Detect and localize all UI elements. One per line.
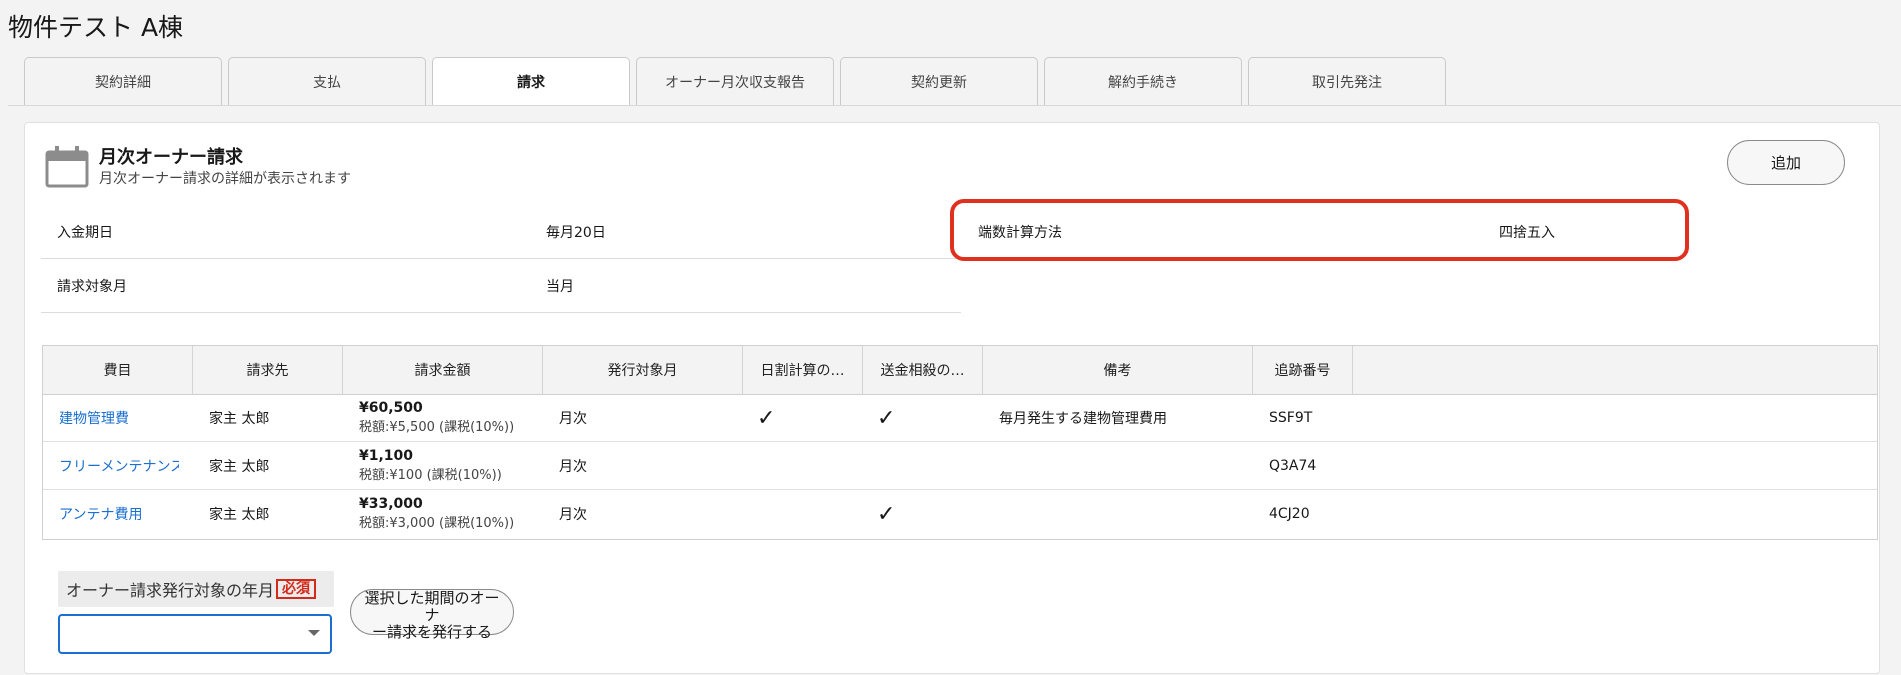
issue-button-line1: 選択した期間のオーナ: [364, 589, 500, 624]
card-title: 月次オーナー請求: [99, 147, 243, 168]
billing-table: 費目 請求先 請求金額 発行対象月 日割計算の… 送金相殺の… 備考 追跡番号 …: [42, 345, 1878, 540]
field-label: 入金期日: [57, 225, 113, 241]
offset-check-icon: ✓: [877, 501, 896, 527]
field-label: 請求対象月: [57, 279, 127, 295]
field-billing-month: 請求対象月 当月: [41, 260, 961, 313]
tracking-cell: 4CJ20: [1269, 506, 1310, 522]
item-link[interactable]: フリーメンテナンス: [59, 442, 179, 490]
amount-cell: ¥60,500 税額:¥5,500 (課税(10%)): [359, 400, 514, 448]
column-header-amount[interactable]: 請求金額: [343, 346, 543, 394]
tab-vendor-order[interactable]: 取引先発注: [1248, 57, 1446, 105]
amount-value: ¥33,000: [359, 496, 423, 512]
page-title: 物件テスト A棟: [8, 13, 184, 42]
tracking-cell: Q3A74: [1269, 458, 1317, 474]
month-cell: 月次: [559, 459, 587, 475]
item-link[interactable]: 建物管理費: [59, 394, 179, 442]
column-header-note[interactable]: 備考: [983, 346, 1253, 394]
tab-divider: [8, 105, 1901, 106]
tax-value: 税額:¥5,500 (課税(10%)): [359, 420, 515, 435]
issue-period-label-text: オーナー請求発行対象の年月: [66, 581, 275, 600]
issue-period-select[interactable]: [58, 614, 332, 654]
card-subtitle: 月次オーナー請求の詳細が表示されます: [99, 171, 351, 187]
amount-value: ¥1,100: [359, 448, 414, 464]
column-header-tracking[interactable]: 追跡番号: [1253, 346, 1353, 394]
monthly-owner-billing-card: 月次オーナー請求 月次オーナー請求の詳細が表示されます 追加 入金期日 毎月20…: [24, 122, 1880, 674]
column-header-item[interactable]: 費目: [43, 346, 193, 394]
field-value: 毎月20日: [546, 225, 606, 241]
table-header: 費目 請求先 請求金額 発行対象月 日割計算の… 送金相殺の… 備考 追跡番号: [43, 346, 1877, 395]
column-header-prorate[interactable]: 日割計算の…: [743, 346, 863, 394]
payee-cell: 家主 太郎: [209, 459, 270, 475]
column-header-payee[interactable]: 請求先: [193, 346, 343, 394]
issue-period-label: オーナー請求発行対象の年月 必須: [58, 571, 334, 607]
amount-value: ¥60,500: [359, 400, 423, 416]
table-row: 建物管理費 家主 太郎 ¥60,500 税額:¥5,500 (課税(10%)) …: [43, 394, 1877, 442]
tax-value: 税額:¥3,000 (課税(10%)): [359, 516, 515, 531]
payee-cell: 家主 太郎: [209, 507, 270, 523]
issue-button-line2: ー請求を発行する: [371, 623, 492, 641]
tab-owner-monthly-report[interactable]: オーナー月次収支報告: [636, 57, 834, 105]
field-payment-due: 入金期日 毎月20日: [41, 206, 961, 259]
amount-cell: ¥1,100 税額:¥100 (課税(10%)): [359, 448, 502, 496]
add-button[interactable]: 追加: [1727, 140, 1845, 185]
tab-contract-renewal[interactable]: 契約更新: [840, 57, 1038, 105]
offset-check-icon: ✓: [877, 405, 896, 431]
column-header-offset[interactable]: 送金相殺の…: [863, 346, 983, 394]
payee-cell: 家主 太郎: [209, 411, 270, 427]
table-row: アンテナ費用 家主 太郎 ¥33,000 税額:¥3,000 (課税(10%))…: [43, 490, 1877, 538]
column-header-month[interactable]: 発行対象月: [543, 346, 743, 394]
field-value: 当月: [546, 279, 574, 295]
amount-cell: ¥33,000 税額:¥3,000 (課税(10%)): [359, 496, 514, 544]
tracking-cell: SSF9T: [1269, 410, 1313, 426]
calendar-icon: [45, 146, 89, 188]
tab-billing[interactable]: 請求: [432, 57, 630, 106]
month-cell: 月次: [559, 507, 587, 523]
tab-contract-details[interactable]: 契約詳細: [24, 57, 222, 105]
required-badge: 必須: [276, 579, 317, 599]
tab-bar: 契約詳細 支払 請求 オーナー月次収支報告 契約更新 解約手続き 取引先発注: [24, 57, 1452, 106]
month-cell: 月次: [559, 411, 587, 427]
prorate-check-icon: ✓: [757, 405, 776, 431]
issue-owner-billing-button[interactable]: 選択した期間のオーナ ー請求を発行する: [350, 589, 514, 641]
tax-value: 税額:¥100 (課税(10%)): [359, 468, 502, 483]
chevron-down-icon: [308, 630, 320, 636]
note-cell: 毎月発生する建物管理費用: [999, 411, 1167, 427]
item-link[interactable]: アンテナ費用: [59, 490, 179, 538]
highlight-annotation: [950, 199, 1689, 261]
tab-termination[interactable]: 解約手続き: [1044, 57, 1242, 105]
tab-payment[interactable]: 支払: [228, 57, 426, 105]
table-row: フリーメンテナンス 家主 太郎 ¥1,100 税額:¥100 (課税(10%))…: [43, 442, 1877, 490]
